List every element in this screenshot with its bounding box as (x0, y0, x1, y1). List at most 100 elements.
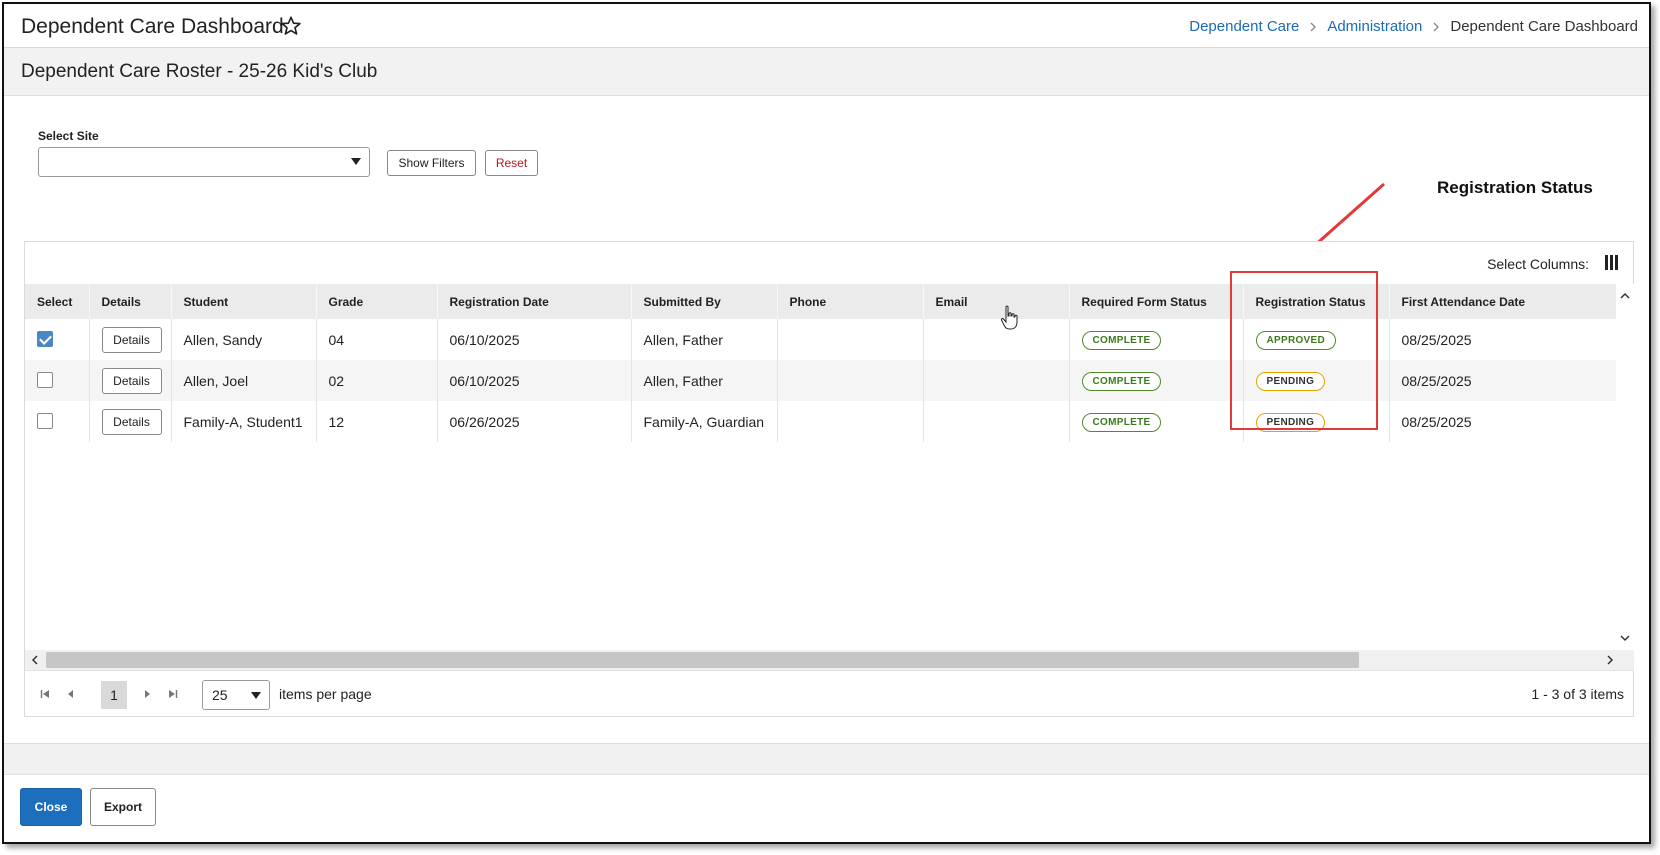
form-status-cell: COMPLETE (1069, 319, 1244, 360)
roster-header: Dependent Care Roster - 25-26 Kid's Club (4, 48, 1649, 96)
student-cell: Family-A, Student1 (171, 401, 317, 442)
details-cell: Details (89, 401, 172, 442)
row-checkbox[interactable] (37, 372, 53, 389)
breadcrumb-dependent-care-link[interactable]: Dependent Care (1189, 18, 1299, 35)
column-header-grade[interactable]: Grade (316, 284, 438, 319)
details-cell: Details (89, 360, 172, 401)
reset-button[interactable]: Reset (485, 150, 538, 176)
column-header-registration-date[interactable]: Registration Date (437, 284, 632, 319)
columns-icon[interactable] (1605, 255, 1619, 270)
form-status-badge: COMPLETE (1081, 330, 1162, 350)
scroll-down-icon[interactable] (1619, 632, 1631, 644)
pager: 1 25 items per page 1 - 3 of 3 items (25, 670, 1633, 717)
roster-title: Dependent Care Roster - 25-26 Kid's Club (21, 61, 378, 82)
first-attendance-cell: 08/25/2025 (1389, 360, 1616, 401)
details-button[interactable]: Details (101, 408, 162, 435)
roster-table: Select Details Student Grade Registratio… (25, 284, 1616, 442)
phone-cell (777, 319, 924, 360)
item-range-text: 1 - 3 of 3 items (1531, 686, 1624, 702)
select-cell (25, 319, 90, 360)
submitted-by-cell: Allen, Father (631, 360, 778, 401)
star-icon[interactable] (280, 15, 302, 37)
email-cell (923, 401, 1070, 442)
table-header-row: Select Details Student Grade Registratio… (25, 284, 1616, 319)
student-cell: Allen, Sandy (171, 319, 317, 360)
phone-cell (777, 401, 924, 442)
phone-cell (777, 360, 924, 401)
details-button[interactable]: Details (101, 326, 162, 353)
chevron-right-icon (1433, 22, 1440, 31)
table-row: Details Allen, Sandy 04 06/10/2025 Allen… (25, 319, 1616, 360)
details-cell: Details (89, 319, 172, 360)
export-button[interactable]: Export (90, 788, 156, 826)
details-button[interactable]: Details (101, 367, 162, 394)
registration-status-badge: PENDING (1255, 371, 1326, 391)
row-checkbox[interactable] (37, 331, 53, 348)
first-page-icon[interactable] (39, 688, 51, 700)
first-attendance-cell: 08/25/2025 (1401, 413, 1472, 430)
items-per-page-label: items per page (279, 686, 372, 702)
scroll-up-icon[interactable] (1619, 290, 1631, 302)
footer: Close Export (4, 774, 1649, 842)
table-area: Select Details Student Grade Registratio… (25, 284, 1616, 650)
table-row: Details Allen, Joel 02 06/10/2025 Allen,… (25, 360, 1616, 401)
grid-toolbar: Select Columns: (25, 242, 1633, 284)
column-header-registration-status[interactable]: Registration Status (1243, 284, 1390, 319)
last-page-icon[interactable] (167, 688, 179, 700)
previous-page-icon[interactable] (65, 688, 77, 700)
registration-date-cell: 06/10/2025 (437, 360, 632, 401)
roster-grid: Select Columns: Select Details Student G… (24, 241, 1634, 717)
scroll-right-icon[interactable] (1604, 654, 1616, 666)
close-button[interactable]: Close (20, 788, 82, 826)
email-cell (923, 360, 1070, 401)
registration-status-badge: PENDING (1255, 412, 1326, 432)
submitted-by-cell: Family-A, Guardian (631, 401, 778, 442)
select-site-label: Select Site (38, 129, 99, 143)
page-title: Dependent Care Dashboard (21, 15, 284, 38)
show-filters-button[interactable]: Show Filters (387, 150, 476, 176)
site-select[interactable] (38, 147, 370, 177)
registration-status-badge: APPROVED (1255, 330, 1337, 350)
column-header-submitted-by[interactable]: Submitted By (631, 284, 778, 319)
breadcrumb-administration-link[interactable]: Administration (1327, 18, 1422, 35)
grade-cell: 02 (316, 360, 438, 401)
breadcrumb-current: Dependent Care Dashboard (1450, 18, 1638, 35)
per-page-value: 25 (212, 687, 228, 703)
breadcrumb: Dependent Care Administration Dependent … (1189, 18, 1638, 35)
column-header-first-attendance-date[interactable]: First Attendance Date (1389, 284, 1616, 319)
column-header-required-form-status[interactable]: Required Form Status (1069, 284, 1244, 319)
grade-cell: 04 (316, 319, 438, 360)
form-status-cell: COMPLETE (1069, 401, 1244, 442)
column-header-select[interactable]: Select (25, 284, 90, 319)
registration-status-cell: APPROVED (1243, 319, 1390, 360)
dropdown-caret-icon (251, 692, 261, 699)
select-cell (25, 360, 90, 401)
scrollbar-thumb[interactable] (46, 652, 1359, 668)
column-header-details[interactable]: Details (89, 284, 172, 319)
registration-status-cell: PENDING (1243, 401, 1390, 442)
column-header-student[interactable]: Student (171, 284, 317, 319)
column-header-email[interactable]: Email (923, 284, 1070, 319)
footer-strip (4, 743, 1649, 774)
vertical-scrollbar[interactable] (1616, 284, 1634, 650)
registration-date-cell: 06/10/2025 (437, 319, 632, 360)
first-attendance-cell: 08/25/2025 (1401, 331, 1472, 348)
top-header: Dependent Care Dashboard Dependent Care … (4, 4, 1649, 48)
chevron-right-icon (1310, 22, 1317, 31)
registration-status-cell: PENDING (1243, 360, 1390, 401)
app-window: Dependent Care Dashboard Dependent Care … (2, 2, 1651, 844)
student-cell: Allen, Joel (171, 360, 317, 401)
items-per-page-select[interactable]: 25 (202, 680, 270, 710)
form-status-badge: COMPLETE (1081, 412, 1162, 432)
scroll-left-icon[interactable] (29, 654, 41, 666)
column-header-phone[interactable]: Phone (777, 284, 924, 319)
row-checkbox[interactable] (37, 413, 53, 430)
current-page-button[interactable]: 1 (101, 681, 127, 709)
select-columns-label: Select Columns: (1487, 256, 1589, 272)
next-page-icon[interactable] (141, 688, 153, 700)
table-row: Details Family-A, Student1 12 06/26/2025… (25, 401, 1616, 442)
annotation-label: Registration Status (1437, 178, 1593, 197)
horizontal-scrollbar[interactable] (25, 650, 1634, 670)
submitted-by-cell: Allen, Father (631, 319, 778, 360)
registration-date-cell: 06/26/2025 (437, 401, 632, 442)
